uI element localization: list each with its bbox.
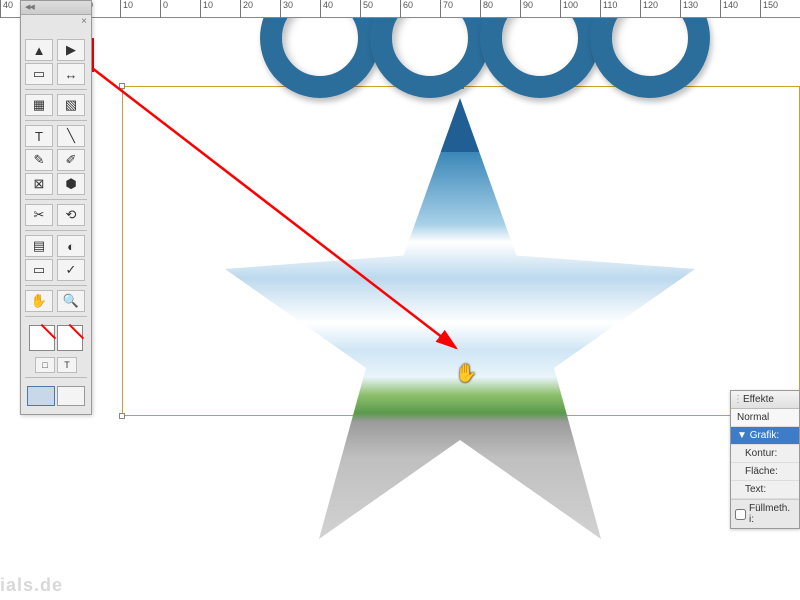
- tools-panel[interactable]: × ▲▶▭↔▦▧T╲✎✐⊠⬢✂⟲▤◐▭✓✋🔍□T: [20, 0, 92, 415]
- ruler-mark: 90: [520, 0, 533, 18]
- type-tool[interactable]: T: [25, 125, 53, 147]
- ruler-mark: 10: [200, 0, 213, 18]
- zoom-tool[interactable]: 🔍: [57, 290, 85, 312]
- effects-panel[interactable]: Effekte Normal ▼ Grafik: Kontur:Fläche:T…: [730, 390, 800, 529]
- fill-method-checkbox[interactable]: [735, 509, 746, 520]
- note-tool[interactable]: ▭: [25, 259, 53, 281]
- pencil-tool[interactable]: ✐: [57, 149, 85, 171]
- ruler-mark: 40: [320, 0, 333, 18]
- hand-cursor-icon: ✋: [455, 363, 477, 384]
- panel-header[interactable]: [21, 1, 91, 15]
- ruler-mark: 60: [400, 0, 413, 18]
- ruler-mark: 110: [600, 0, 617, 18]
- ruler-mark: 10: [120, 0, 133, 18]
- effects-sub-row[interactable]: Fläche:: [731, 463, 799, 481]
- free-transform-tool[interactable]: ⟲: [57, 204, 85, 226]
- gradient-feather-tool[interactable]: ◐: [57, 235, 85, 257]
- ruler-mark: 50: [360, 0, 373, 18]
- eyedropper-tool[interactable]: ✓: [57, 259, 85, 281]
- text-mode[interactable]: T: [57, 357, 77, 373]
- ruler-mark: 70: [440, 0, 453, 18]
- ruler-mark: 20: [240, 0, 253, 18]
- line-tool[interactable]: ╲: [57, 125, 85, 147]
- fill-method-row[interactable]: Füllmeth. i:: [731, 499, 799, 528]
- ruler-mark: 40: [0, 0, 13, 18]
- effects-sub-row[interactable]: Kontur:: [731, 445, 799, 463]
- ruler-mark: 30: [280, 0, 293, 18]
- close-icon[interactable]: ×: [81, 16, 87, 27]
- rectangle-frame-tool[interactable]: ⊠: [25, 173, 53, 195]
- ruler-mark: 0: [160, 0, 168, 18]
- effects-sub-row[interactable]: Text:: [731, 481, 799, 499]
- ruler-mark: 80: [480, 0, 493, 18]
- effects-tab[interactable]: Effekte: [731, 391, 799, 409]
- scissors-tool[interactable]: ✂: [25, 204, 53, 226]
- fill-method-label: Füllmeth. i:: [749, 503, 795, 525]
- horizontal-ruler: 4030201001020304050607080901001101201301…: [0, 0, 800, 18]
- selection-tool[interactable]: ▲: [25, 39, 53, 61]
- content-placer-tool[interactable]: ▧: [57, 94, 85, 116]
- fill-swatch[interactable]: [29, 325, 55, 351]
- direct-selection-tool[interactable]: ▶: [57, 39, 85, 61]
- pen-tool[interactable]: ✎: [25, 149, 53, 171]
- square-mode[interactable]: □: [35, 357, 55, 373]
- ruler-mark: 120: [640, 0, 658, 18]
- star-frame[interactable]: [225, 98, 695, 548]
- blend-mode-row[interactable]: Normal: [731, 409, 799, 427]
- ruler-mark: 140: [720, 0, 738, 18]
- normal-view-mode[interactable]: [27, 386, 55, 406]
- document-canvas[interactable]: ✋: [0, 18, 800, 600]
- ruler-mark: 100: [560, 0, 578, 18]
- page-tool[interactable]: ▭: [25, 63, 53, 85]
- rectangle-tool[interactable]: ⬢: [57, 173, 85, 195]
- watermark: ials.de: [0, 575, 63, 596]
- ruler-mark: 130: [680, 0, 698, 18]
- preview-mode[interactable]: [57, 386, 85, 406]
- star-clipped-image: [225, 98, 695, 548]
- gap-tool[interactable]: ↔: [57, 63, 85, 85]
- hand-tool[interactable]: ✋: [25, 290, 53, 312]
- ruler-mark: 150: [760, 0, 778, 18]
- content-collector-tool[interactable]: ▦: [25, 94, 53, 116]
- gradient-swatch-tool[interactable]: ▤: [25, 235, 53, 257]
- grafik-row[interactable]: ▼ Grafik:: [731, 427, 799, 445]
- stroke-swatch[interactable]: [57, 325, 83, 351]
